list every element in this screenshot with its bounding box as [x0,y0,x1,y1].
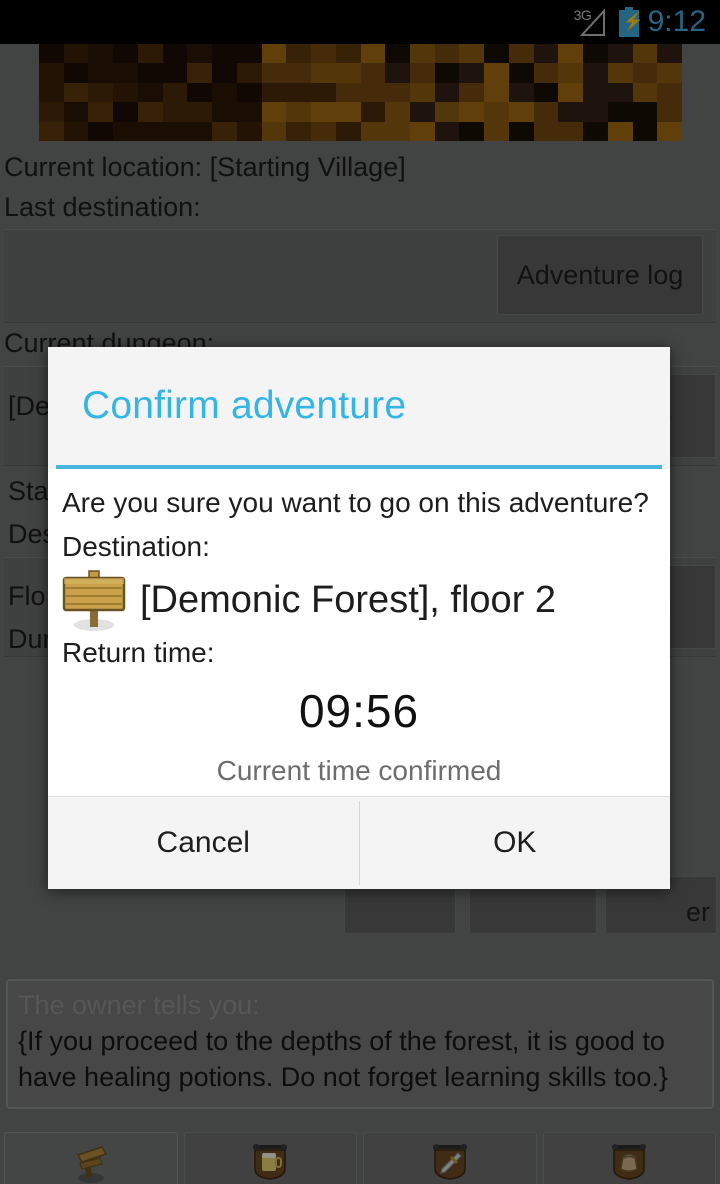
screen: 3G ⚡ 9:12 Current location: [Starting Vi… [0,0,720,1184]
dialog-actions: Cancel OK [48,796,670,889]
dialog-title: Confirm adventure [82,384,407,427]
cancel-label: Cancel [156,826,250,859]
dialog-body: Are you sure you want to go on this adve… [48,469,670,802]
confirm-adventure-dialog: Confirm adventure Are you sure you want … [48,347,670,889]
destination-label: Destination: [62,531,210,562]
ok-label: OK [493,826,537,859]
destination-row: [Demonic Forest], floor 2 [58,569,660,631]
destination-value: [Demonic Forest], floor 2 [140,579,557,621]
wooden-signpost-icon [58,569,130,631]
cancel-button[interactable]: Cancel [48,797,359,889]
return-time-note: Current time confirmed [216,755,502,786]
ok-button[interactable]: OK [359,797,670,889]
dialog-question: Are you sure you want to go on this adve… [62,487,649,518]
return-time-label: Return time: [62,637,215,668]
return-time-value: 09:56 [298,685,420,737]
